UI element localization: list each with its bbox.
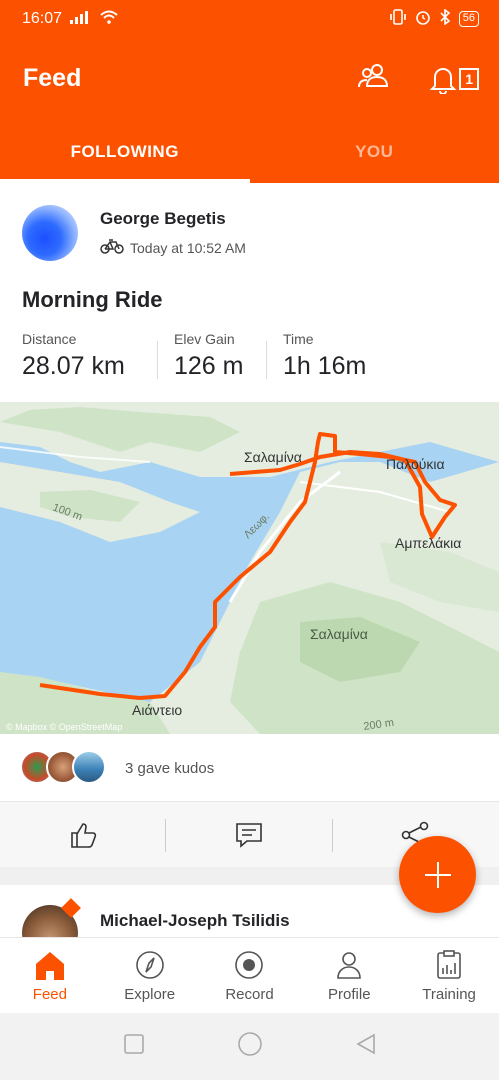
nav-label: Record	[225, 986, 274, 1003]
notification-count-badge: 1	[459, 67, 479, 90]
activity-card[interactable]: George Begetis Today at 10:52 AM Morning…	[0, 183, 499, 402]
status-bar: 16:07 56	[0, 0, 499, 38]
nav-label: Training	[422, 986, 476, 1003]
avatar[interactable]	[22, 205, 78, 261]
stat-value: 1h 16m	[283, 352, 367, 380]
app-header: Feed 1 FOLLOWING YOU	[0, 38, 499, 183]
wifi-icon	[100, 10, 118, 29]
activity-meta: Today at 10:52 AM	[100, 238, 246, 257]
thumbs-up-icon	[71, 822, 97, 848]
nav-item-record[interactable]: Record	[200, 938, 300, 1013]
recent-apps-icon[interactable]	[123, 1033, 145, 1060]
route-map[interactable]: 100 m Λεωφ. Σαλαμίνα Παλούκια Αμπελάκια …	[0, 402, 499, 734]
bike-icon	[100, 238, 124, 257]
vibrate-icon	[389, 8, 407, 30]
home-icon	[35, 952, 64, 980]
map-label-salamina-town: Σαλαμίνα	[244, 449, 302, 465]
map-attribution[interactable]: © Mapbox © OpenStreetMap	[6, 722, 122, 732]
nav-label: Profile	[328, 986, 371, 1003]
kudos-button[interactable]	[0, 802, 166, 867]
nav-item-profile[interactable]: Profile	[299, 938, 399, 1013]
add-activity-button[interactable]	[399, 836, 476, 913]
page-title: Feed	[23, 64, 82, 92]
stat-label: Time	[283, 331, 314, 347]
bottom-nav: Feed Explore Record Profile Training	[0, 937, 499, 1013]
kudos-row[interactable]: 3 gave kudos	[0, 734, 499, 801]
system-nav-bar	[0, 1013, 499, 1080]
divider	[157, 341, 158, 379]
nav-item-explore[interactable]: Explore	[100, 938, 200, 1013]
record-icon	[235, 951, 264, 979]
map-label-salamina-area: Σαλαμίνα	[310, 626, 368, 642]
stat-distance: Distance 28.07 km	[22, 331, 125, 381]
avatar	[72, 750, 106, 784]
stat-time: Time 1h 16m	[283, 331, 366, 381]
profile-icon	[337, 952, 362, 979]
comment-button[interactable]	[166, 802, 332, 867]
training-icon	[437, 950, 461, 979]
battery-indicator: 56	[458, 11, 479, 27]
compass-icon	[135, 951, 164, 979]
plus-icon	[424, 861, 451, 888]
tab-following[interactable]: FOLLOWING	[0, 128, 250, 183]
stat-value: 28.07 km	[22, 352, 125, 380]
kudos-count[interactable]: 3 gave kudos	[125, 760, 214, 777]
tab-you[interactable]: YOU	[250, 128, 499, 183]
kudos-avatars[interactable]	[20, 750, 106, 784]
clock: 16:07	[22, 10, 63, 27]
map-label-ampelakia: Αμπελάκια	[395, 535, 461, 551]
map-canvas: 100 m Λεωφ. Σαλαμίνα Παλούκια Αμπελάκια …	[0, 402, 499, 734]
divider	[266, 341, 267, 379]
stat-label: Distance	[22, 331, 77, 347]
home-button-icon[interactable]	[237, 1031, 263, 1062]
nav-item-training[interactable]: Training	[399, 938, 499, 1013]
back-icon[interactable]	[355, 1033, 377, 1060]
athlete-name[interactable]: George Begetis	[100, 209, 226, 229]
feed-tabs: FOLLOWING YOU	[0, 128, 499, 183]
find-friends-icon[interactable]	[357, 62, 389, 95]
alarm-icon	[415, 9, 431, 30]
stat-label: Elev Gain	[174, 331, 235, 347]
notifications-button[interactable]: 1	[429, 64, 479, 94]
nav-item-feed[interactable]: Feed	[0, 938, 100, 1013]
map-label-aianteio: Αιάντειο	[132, 702, 182, 718]
activity-timestamp: Today at 10:52 AM	[130, 239, 246, 256]
map-label-paloukia: Παλούκια	[386, 456, 445, 472]
activity-stats: Distance 28.07 km Elev Gain 126 m Time 1…	[0, 331, 499, 391]
stat-value: 126 m	[174, 352, 244, 380]
bluetooth-icon	[439, 7, 451, 30]
bell-icon	[429, 67, 457, 94]
comment-icon	[236, 822, 262, 848]
athlete-name[interactable]: Michael-Joseph Tsilidis	[100, 911, 290, 931]
stat-elevation: Elev Gain 126 m	[174, 331, 243, 381]
nav-label: Explore	[124, 986, 176, 1003]
signal-icon	[70, 10, 92, 29]
nav-label: Feed	[32, 986, 67, 1003]
activity-title[interactable]: Morning Ride	[22, 287, 163, 313]
